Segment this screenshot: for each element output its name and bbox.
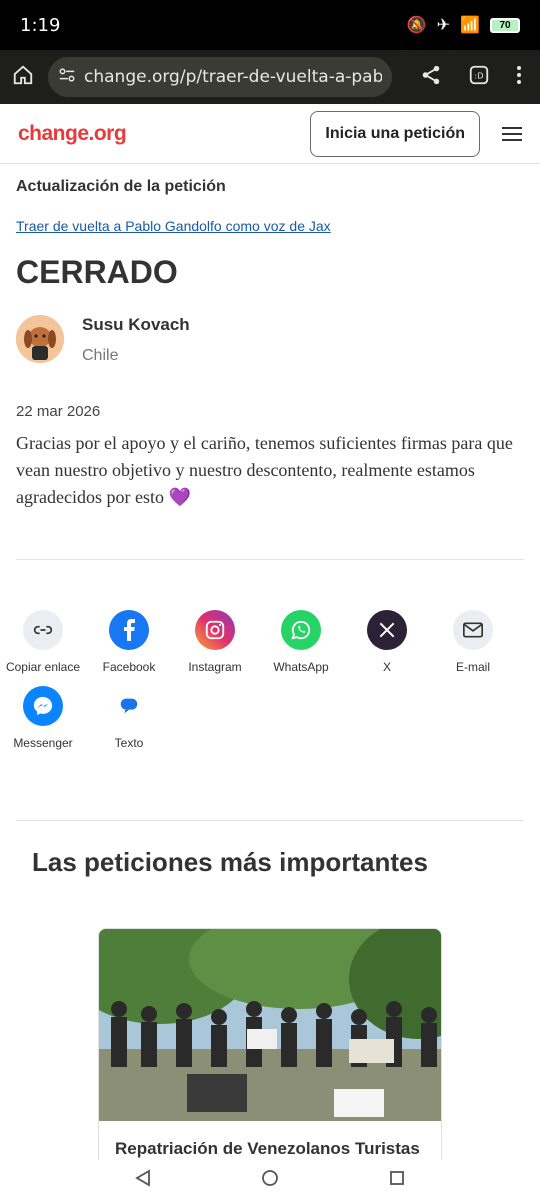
more-options-icon[interactable] <box>516 65 522 90</box>
share-email[interactable]: E-mail <box>430 610 516 674</box>
browser-toolbar: change.org/p/traer-de-vuelta-a-pablo-gan… <box>0 50 540 104</box>
petition-card[interactable]: Repatriación de Venezolanos Turistas <box>98 928 442 1178</box>
site-settings-icon[interactable] <box>58 66 76 89</box>
system-nav-bar <box>0 1160 540 1200</box>
site-header: change.org Inicia una petición <box>0 104 540 164</box>
status-icons: 🔕 ✈ 📶 70 <box>407 15 520 35</box>
svg-text::D: :D <box>474 70 483 80</box>
airplane-icon: ✈ <box>436 17 451 34</box>
address-bar[interactable]: change.org/p/traer-de-vuelta-a-pablo-gan… <box>48 57 392 97</box>
share-text[interactable]: Texto <box>86 686 172 750</box>
share-copy-link[interactable]: Copiar enlace <box>0 610 86 674</box>
mail-icon <box>453 610 493 650</box>
share-label: Instagram <box>188 660 242 674</box>
start-petition-button[interactable]: Inicia una petición <box>310 110 480 157</box>
home-icon[interactable] <box>12 64 34 91</box>
share-label: Texto <box>114 736 144 750</box>
share-messenger[interactable]: Messenger <box>0 686 86 750</box>
wifi-icon: 📶 <box>460 17 480 34</box>
browser-actions: :D <box>420 64 528 91</box>
status-time: 1:19 <box>20 14 61 36</box>
battery-icon: 70 <box>490 17 520 33</box>
avatar <box>16 315 64 363</box>
top-petitions-title: Las peticiones más importantes <box>32 847 428 877</box>
x-icon <box>367 610 407 650</box>
share-label: Facebook <box>102 660 156 674</box>
message-icon <box>109 686 149 726</box>
author-country: Chile <box>82 347 119 364</box>
author-info: Susu Kovach Chile <box>82 311 190 365</box>
share-label: X <box>382 660 391 674</box>
share-label: E-mail <box>455 660 490 674</box>
update-body: Gracias por el apoyo y el cariño, tenemo… <box>16 433 513 507</box>
home-nav-icon[interactable] <box>261 1169 279 1192</box>
main-content: Actualización de la petición Traer de vu… <box>6 164 524 878</box>
messenger-icon <box>23 686 63 726</box>
back-icon[interactable] <box>135 1168 151 1192</box>
whatsapp-icon <box>281 610 321 650</box>
share-instagram[interactable]: Instagram <box>172 610 258 674</box>
divider <box>16 820 524 821</box>
share-options: Copiar enlace Facebook Instagram WhatsAp… <box>0 610 524 750</box>
share-icon[interactable] <box>420 64 442 91</box>
facebook-icon <box>109 610 149 650</box>
share-label: Copiar enlace <box>5 660 81 674</box>
link-icon <box>23 610 63 650</box>
mute-icon: 🔕 <box>406 17 427 34</box>
update-date: 22 mar 2026 <box>16 403 101 420</box>
petition-link[interactable]: Traer de vuelta a Pablo Gandolfo como vo… <box>16 218 524 234</box>
share-x[interactable]: X <box>344 610 430 674</box>
update-label: Actualización de la petición <box>16 178 226 195</box>
instagram-icon <box>195 610 235 650</box>
petition-card-image <box>99 929 441 1121</box>
status-title: CERRADO <box>16 254 178 290</box>
share-whatsapp[interactable]: WhatsApp <box>258 610 344 674</box>
status-bar: 1:19 🔕 ✈ 📶 70 <box>0 0 540 50</box>
author-name: Susu Kovach <box>82 315 190 334</box>
share-label: Messenger <box>13 736 73 750</box>
divider <box>16 559 524 560</box>
share-facebook[interactable]: Facebook <box>86 610 172 674</box>
url-text[interactable]: change.org/p/traer-de-vuelta-a-pablo-gan… <box>84 67 382 87</box>
recents-icon[interactable] <box>389 1170 405 1191</box>
share-label: WhatsApp <box>273 660 329 674</box>
change-org-logo[interactable]: change.org <box>18 122 127 146</box>
menu-icon[interactable] <box>502 126 522 141</box>
tabs-icon[interactable]: :D <box>468 64 490 91</box>
author-block: Susu Kovach Chile <box>16 311 524 365</box>
